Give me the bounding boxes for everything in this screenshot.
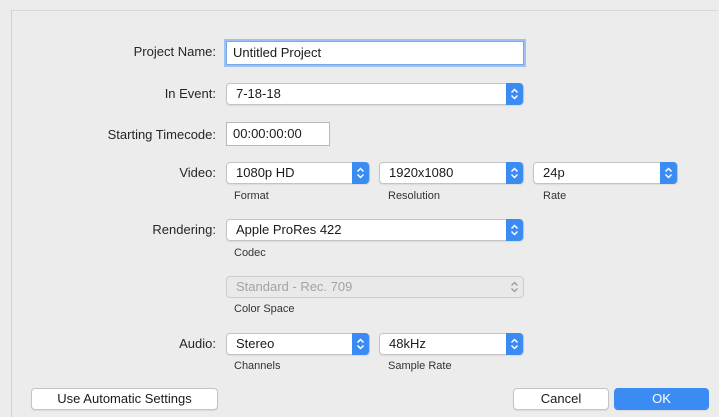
up-down-chevron-icon: [660, 162, 677, 184]
rendering-codec-value: Apple ProRes 422: [236, 222, 342, 237]
video-label: Video:: [179, 165, 216, 180]
video-resolution-caption: Resolution: [388, 190, 440, 202]
in-event-value: 7-18-18: [236, 86, 281, 101]
video-format-caption: Format: [234, 190, 269, 202]
color-space-value: Standard - Rec. 709: [236, 279, 353, 294]
up-down-chevron-icon: [506, 219, 523, 241]
audio-channels-popup[interactable]: Stereo: [226, 333, 370, 355]
dialog-panel: [11, 10, 718, 417]
project-name-label: Project Name:: [133, 44, 216, 59]
audio-sample-rate-caption: Sample Rate: [388, 360, 452, 372]
up-down-chevron-icon: [352, 162, 369, 184]
video-resolution-value: 1920x1080: [389, 165, 454, 180]
up-down-chevron-icon: [506, 83, 523, 105]
in-event-popup[interactable]: 7-18-18: [226, 83, 524, 105]
color-space-caption: Color Space: [234, 303, 295, 315]
video-format-popup[interactable]: 1080p HD: [226, 162, 370, 184]
starting-timecode-field[interactable]: 00:00:00:00: [226, 122, 330, 146]
color-space-popup: Standard - Rec. 709: [226, 276, 524, 298]
audio-sample-rate-value: 48kHz: [389, 336, 426, 351]
audio-channels-value: Stereo: [236, 336, 275, 351]
in-event-label: In Event:: [164, 86, 216, 101]
up-down-chevron-icon: [506, 162, 523, 184]
video-rate-popup[interactable]: 24p: [533, 162, 678, 184]
up-down-chevron-icon: [352, 333, 369, 355]
project-name-field[interactable]: Untitled Project: [226, 41, 524, 65]
video-rate-value: 24p: [543, 165, 565, 180]
video-resolution-popup[interactable]: 1920x1080: [379, 162, 524, 184]
up-down-chevron-icon: [506, 276, 523, 298]
starting-timecode-label: Starting Timecode:: [107, 127, 216, 142]
up-down-chevron-icon: [506, 333, 523, 355]
ok-button[interactable]: OK: [614, 388, 709, 410]
rendering-codec-popup[interactable]: Apple ProRes 422: [226, 219, 524, 241]
video-rate-caption: Rate: [543, 190, 567, 202]
audio-sample-rate-popup[interactable]: 48kHz: [379, 333, 524, 355]
video-format-value: 1080p HD: [236, 165, 295, 180]
audio-label: Audio:: [179, 336, 216, 351]
rendering-label: Rendering:: [152, 222, 216, 237]
use-automatic-settings-button[interactable]: Use Automatic Settings: [31, 388, 218, 410]
cancel-button[interactable]: Cancel: [513, 388, 609, 410]
audio-channels-caption: Channels: [234, 360, 281, 372]
rendering-codec-caption: Codec: [234, 247, 266, 259]
